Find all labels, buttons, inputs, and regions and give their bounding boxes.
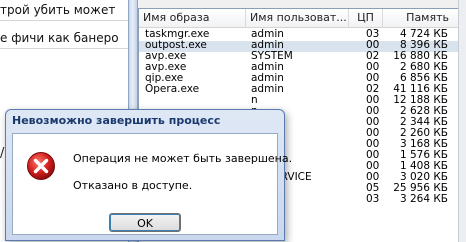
process-cpu: 03	[366, 28, 380, 40]
ok-button[interactable]: OK	[109, 213, 181, 232]
error-icon	[26, 151, 56, 181]
process-image-name: Opera.exe	[145, 83, 200, 95]
process-cpu: 00	[366, 39, 380, 51]
process-user-name: SYSTEM	[251, 50, 293, 62]
process-cpu: 00	[366, 61, 380, 73]
process-user-name: admin	[251, 28, 284, 40]
process-cpu: 00	[366, 160, 380, 172]
divider	[0, 20, 128, 21]
process-memory: 1 576 КБ	[399, 149, 448, 161]
background-text-line: /	[0, 146, 5, 161]
process-memory: 16 880 КБ	[393, 50, 448, 62]
process-cpu: 00	[366, 105, 380, 117]
process-memory: 41 116 КБ	[393, 83, 448, 95]
dialog-title: Невозможно завершить процесс	[12, 114, 221, 127]
process-user-name: n	[251, 94, 258, 106]
process-cpu: 03	[366, 193, 380, 205]
process-memory: 2 344 КБ	[399, 116, 448, 128]
process-cpu: 02	[366, 50, 380, 62]
process-cpu: 00	[366, 116, 380, 128]
process-cpu: 00	[366, 94, 380, 106]
process-memory: 3 020 КБ	[399, 171, 448, 183]
process-memory: 4 724 КБ	[399, 28, 448, 40]
process-user-name: admin	[251, 83, 284, 95]
process-cpu: 05	[366, 182, 380, 194]
column-header-image-name[interactable]: Имя образа	[139, 9, 246, 27]
dialog-body: Операция не может быть завершена. Отказа…	[12, 133, 292, 235]
background-text-line: е фичи как банеро	[0, 31, 119, 45]
process-memory: 6 856 КБ	[399, 72, 448, 84]
column-header-cpu[interactable]: ЦП	[349, 9, 383, 27]
process-image-name: avp.exe	[145, 61, 187, 73]
process-user-name: admin	[251, 61, 284, 73]
process-memory: 2 628 КБ	[399, 105, 448, 117]
divider	[0, 48, 128, 49]
process-cpu: 02	[366, 83, 380, 95]
background-text-line: трой убить может	[0, 3, 116, 17]
process-user-name: admin	[251, 72, 284, 84]
process-cpu: 00	[366, 127, 380, 139]
process-memory: 1 408 КБ	[399, 160, 448, 172]
column-header: Имя образа Имя пользоват... ЦП Память	[139, 9, 458, 28]
process-memory: 3 168 КБ	[399, 138, 448, 150]
vertical-scrollbar[interactable]	[458, 0, 466, 242]
process-memory: 8 396 КБ	[399, 39, 448, 51]
process-cpu: 00	[366, 149, 380, 161]
process-memory: 12 188 КБ	[393, 94, 448, 106]
column-header-memory[interactable]: Память	[383, 9, 458, 27]
process-memory: 3 264 КБ	[399, 193, 448, 205]
toolbar-strip	[138, 0, 466, 8]
process-memory: 25 956 КБ	[393, 182, 448, 194]
process-cpu: 00	[366, 171, 380, 183]
error-detail: Отказано в доступе.	[73, 179, 193, 192]
process-image-name: outpost.exe	[145, 39, 207, 51]
error-dialog: Невозможно завершить процесс Операция не…	[5, 109, 292, 241]
process-image-name: taskmgr.exe	[145, 28, 210, 40]
process-image-name: qip.exe	[145, 72, 184, 84]
process-cpu: 00	[366, 72, 380, 84]
error-message: Операция не может быть завершена.	[73, 152, 293, 165]
process-memory: 2 260 КБ	[399, 127, 448, 139]
process-memory: 2 680 КБ	[399, 61, 448, 73]
process-cpu: 00	[366, 138, 380, 150]
process-user-name: admin	[251, 39, 284, 51]
process-image-name: avp.exe	[145, 50, 187, 62]
column-header-user-name[interactable]: Имя пользоват...	[246, 9, 349, 27]
